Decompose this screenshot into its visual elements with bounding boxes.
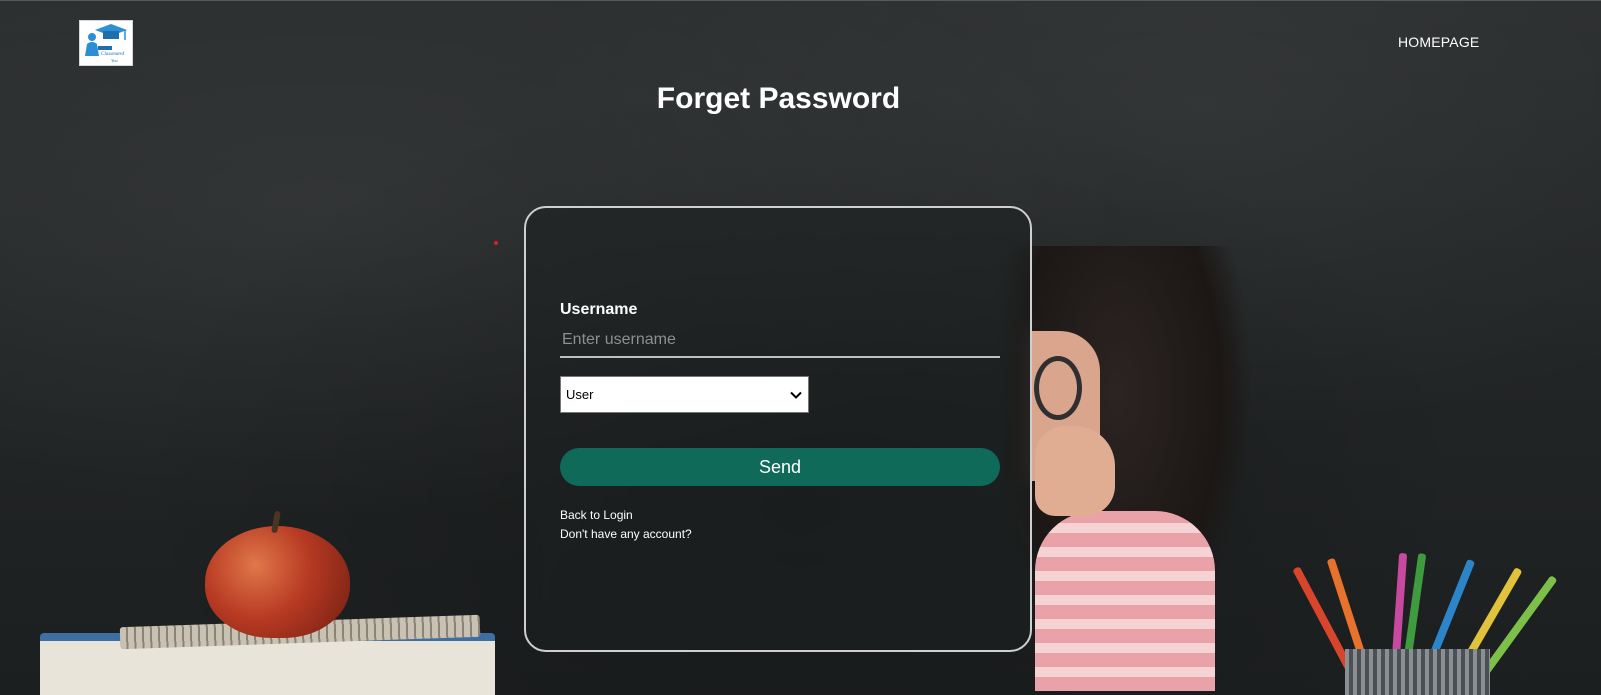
svg-text:Classmate4: Classmate4 xyxy=(101,52,125,57)
site-logo[interactable]: Classmate4 You xyxy=(79,20,133,66)
username-input[interactable] xyxy=(560,324,1000,358)
background-apple xyxy=(205,526,350,638)
forget-password-card: Username User Send Back to Login Don't h… xyxy=(524,206,1032,652)
back-to-login-link[interactable]: Back to Login xyxy=(560,508,633,522)
svg-text:You: You xyxy=(111,58,118,63)
username-label: Username xyxy=(560,301,638,318)
background-pencil-cup xyxy=(1345,649,1490,695)
background-pencil xyxy=(1480,575,1558,677)
role-select[interactable]: User xyxy=(560,376,809,413)
graduation-cap-logo-icon: Classmate4 You xyxy=(85,24,127,63)
chevron-down-icon xyxy=(790,391,802,399)
red-dot xyxy=(494,241,498,245)
signup-link[interactable]: Don't have any account? xyxy=(560,527,692,541)
page-title: Forget Password xyxy=(656,82,901,115)
page-background: Classmate4 You HOMEPAGE Forget Password … xyxy=(0,0,1601,695)
background-girl-shirt xyxy=(1035,511,1215,691)
background-girl-glasses xyxy=(1034,356,1082,420)
role-select-value: User xyxy=(566,387,594,402)
homepage-link[interactable]: HOMEPAGE xyxy=(1398,34,1479,50)
background-girl-hand xyxy=(1035,426,1115,516)
send-button[interactable]: Send xyxy=(560,448,1000,486)
